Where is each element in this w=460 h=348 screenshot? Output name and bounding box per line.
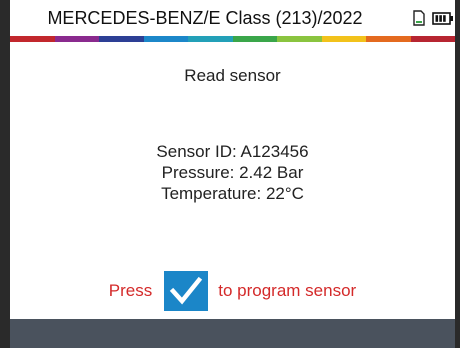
color-strip-segment: [277, 36, 322, 42]
main-panel: MERCEDES-BENZ/E Class (213)/2022 Read se…: [10, 0, 455, 348]
vehicle-title: MERCEDES-BENZ/E Class (213)/2022: [47, 8, 363, 28]
sensor-id: Sensor ID: A123456: [156, 142, 309, 161]
sensor-pressure: Pressure: 2.42 Bar: [161, 163, 304, 182]
color-strip-segment: [188, 36, 233, 42]
sensor-temperature: Temperature: 22°C: [161, 184, 304, 203]
device-screen: MERCEDES-BENZ/E Class (213)/2022 Read se…: [0, 0, 460, 348]
color-strip-segment: [366, 36, 411, 42]
confirm-button[interactable]: [164, 271, 209, 311]
color-strip-segment: [232, 36, 277, 42]
color-strip-segment: [10, 36, 55, 42]
prompt-prefix: Press: [108, 281, 153, 300]
sd-card-icon: [413, 10, 425, 26]
color-strip-segment: [321, 36, 366, 42]
prompt-suffix: to program sensor: [218, 281, 357, 300]
header-bar: MERCEDES-BENZ/E Class (213)/2022: [10, 0, 455, 36]
color-strip-segment: [99, 36, 144, 42]
screen-title: Read sensor: [184, 66, 281, 85]
program-prompt: Press to program sensor: [10, 270, 455, 312]
color-strip-segment: [410, 36, 455, 42]
brand-color-strip: [10, 36, 455, 42]
checkmark-icon: [170, 276, 203, 305]
footer-bar: [10, 319, 455, 348]
color-strip-segment: [143, 36, 188, 42]
sensor-info: Sensor ID: A123456 Pressure: 2.42 Bar Te…: [10, 141, 455, 204]
color-strip-segment: [54, 36, 99, 42]
battery-icon: [432, 12, 453, 25]
